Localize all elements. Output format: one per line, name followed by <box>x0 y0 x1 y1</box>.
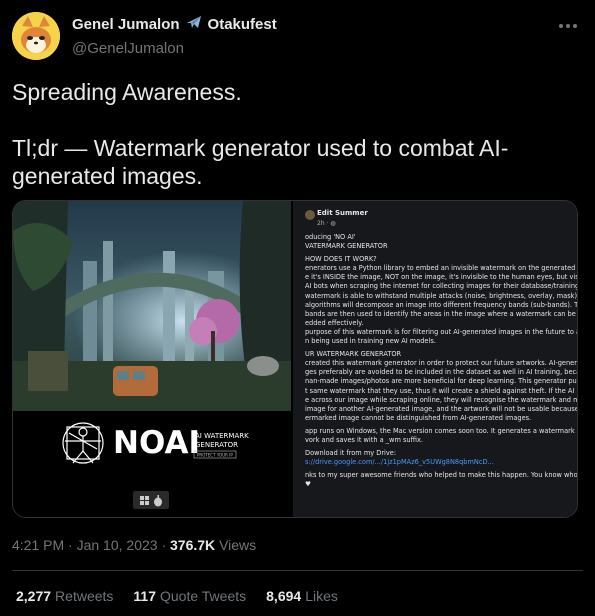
divider-top <box>12 570 583 571</box>
post-line: HOW DOES IT WORK? <box>305 255 377 264</box>
media-image-post[interactable]: Edit Summer 2h · ◍ oducing 'NO AI' VATERM… <box>293 201 578 517</box>
post-line: ♥ <box>305 480 311 489</box>
post-line: nan-made images/photos are more benefici… <box>305 377 578 386</box>
noai-logo-text: NOAI <box>113 425 200 461</box>
post-body: oducing 'NO AI' VATERMARK GENERATOR HOW DO… <box>305 233 578 489</box>
post-line: ermarked image cannot be distinguished f… <box>305 413 532 422</box>
noai-badge: PROTECT YOUR IP <box>197 453 233 458</box>
post-line: vork and saves it with a _wm suffix. <box>305 435 423 444</box>
post-time: 2h · ◍ <box>317 220 336 227</box>
tweet-stats: 2,277 Retweets 117 Quote Tweets 8,694 Likes <box>16 588 338 604</box>
post-line: enerators use a Python library to embed … <box>305 264 578 273</box>
post-line: e across our image while scraping online… <box>305 395 578 404</box>
post-link[interactable]: s://drive.google.com/.../1jz1pMAz6_v5UWg… <box>305 458 577 467</box>
post-line: algorithms will decompose an image into … <box>305 300 578 309</box>
likes-stat[interactable]: 8,694 Likes <box>266 588 338 604</box>
post-line: bands are then used to identify the area… <box>305 309 576 318</box>
post-line: VATERMARK GENERATOR <box>305 242 388 251</box>
display-name[interactable]: Genel Jumalon Otakufest <box>72 14 277 34</box>
noai-subtitle-2: GENERATOR <box>195 441 238 449</box>
post-line: ges preferably are avoided to be include… <box>305 368 578 377</box>
retweets-stat[interactable]: 2,277 Retweets <box>16 588 113 604</box>
views-count: 376.7K <box>170 537 216 553</box>
post-line: edded effectively. <box>305 318 364 327</box>
media-image-noai[interactable]: NOAI AI WATERMARK GENERATOR PROTECT YOUR… <box>13 201 291 517</box>
shiba-avatar-icon <box>12 12 60 60</box>
post-line: e it's INSIDE the image, NOT on the imag… <box>305 273 578 282</box>
quote-tweets-stat[interactable]: 117 Quote Tweets <box>133 588 246 604</box>
tweet-header: Genel Jumalon Otakufest @GenelJumalon <box>12 10 583 62</box>
tweet-line-2: Tl;dr — Watermark generator used to comb… <box>12 135 509 189</box>
tweet-line-1: Spreading Awareness. <box>12 79 242 105</box>
author-name: Genel Jumalon <box>72 15 180 33</box>
post-line: nks to my super awesome friends who help… <box>305 471 578 480</box>
post-line: n being used in training new AI models. <box>305 337 436 346</box>
post-line: image for another AI-generated image, an… <box>305 404 578 413</box>
airplane-icon <box>186 14 202 34</box>
author-handle[interactable]: @GenelJumalon <box>72 40 277 57</box>
post-line: app runs on Windows, the Mac version com… <box>305 426 578 435</box>
views-label: Views <box>219 537 257 553</box>
post-line: created this watermark generator in orde… <box>305 359 578 368</box>
more-options-icon[interactable] <box>555 16 581 36</box>
noai-poster-image: NOAI AI WATERMARK GENERATOR PROTECT YOUR… <box>13 201 291 517</box>
noai-subtitle-1: AI WATERMARK <box>195 432 249 440</box>
post-line: watermark is able to withstand multiple … <box>305 291 578 300</box>
post-line: oducing 'NO AI' <box>305 233 356 241</box>
author-tag: Otakufest <box>207 15 277 33</box>
media-grid: NOAI AI WATERMARK GENERATOR PROTECT YOUR… <box>12 200 578 518</box>
avatar[interactable] <box>12 12 60 60</box>
tweet-text: Spreading Awareness. Tl;dr — Watermark g… <box>12 78 577 190</box>
globe-icon: ◍ <box>330 220 336 227</box>
tweet-meta: 4:21 PM · Jan 10, 2023 · 376.7K Views <box>12 537 257 553</box>
post-line: purpose of this watermark is for filteri… <box>305 327 578 336</box>
post-line: AI bots when scraping the internet for c… <box>305 282 578 291</box>
tweet-date[interactable]: Jan 10, 2023 <box>77 537 158 553</box>
post-line: t same watermark that they use, thus it … <box>305 386 578 395</box>
post-line: UR WATERMARK GENERATOR <box>305 350 402 359</box>
post-avatar <box>305 210 315 220</box>
post-line: Download it from my Drive: <box>305 449 397 458</box>
post-author: Edit Summer <box>317 209 368 217</box>
tweet-time[interactable]: 4:21 PM <box>12 537 64 553</box>
